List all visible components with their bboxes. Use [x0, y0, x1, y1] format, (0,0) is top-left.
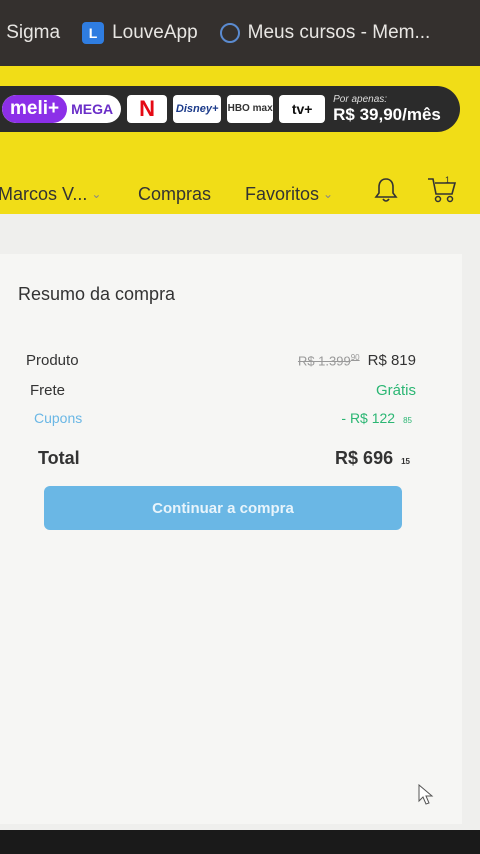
price-value: R$ 39,90/mês	[333, 104, 441, 124]
nav-compras[interactable]: Compras	[138, 184, 211, 205]
cupons-label[interactable]: Cupons	[34, 410, 82, 426]
mouse-cursor-icon	[418, 784, 434, 805]
frete-label: Frete	[30, 382, 66, 399]
summary-title: Resumo da compra	[18, 284, 176, 304]
total-value: R$ 696 15	[335, 448, 410, 468]
cart-icon[interactable]: 1	[426, 174, 458, 204]
bookmark-meus-cursos[interactable]: Meus cursos - Mem...	[219, 22, 431, 44]
chevron-down-icon: ⌄	[323, 187, 334, 201]
mega-label: MEGA	[71, 101, 114, 117]
frete-value: Grátis	[375, 382, 416, 399]
total-label: Total	[38, 448, 80, 468]
summary-card: Resumo da compra Produto R$ 1.39990 R$ 8…	[0, 254, 462, 824]
site-header: meli+ MEGA N Disney+ HBO max tv+ Por ape…	[0, 66, 480, 214]
produto-old-price: R$ 1.39990	[297, 352, 360, 368]
meli-plus-banner[interactable]: meli+ MEGA N Disney+ HBO max tv+ Por ape…	[0, 86, 460, 132]
main-content: Resumo da compra Produto R$ 1.39990 R$ 8…	[0, 214, 480, 830]
chevron-down-icon: ⌄	[91, 187, 102, 201]
bookmark-sigma[interactable]: | Sigma	[0, 22, 60, 44]
disney-plus-logo: Disney+	[173, 95, 222, 123]
nav-favoritos[interactable]: Favoritos ⌄	[245, 184, 333, 205]
apple-tv-label: tv+	[291, 101, 313, 117]
netflix-logo: N	[127, 95, 168, 123]
hbo-max-logo: HBO max	[227, 95, 274, 123]
bookmarks-bar: | Sigma L LouveApp Meus cursos - Mem...	[0, 0, 480, 66]
louveapp-icon: L	[82, 22, 105, 44]
produto-values: R$ 1.39990 R$ 819	[298, 352, 416, 369]
bookmark-louveapp[interactable]: L LouveApp	[82, 22, 198, 44]
cupons-value: - R$ 122 85	[341, 410, 412, 426]
globe-icon	[219, 23, 240, 43]
user-name: Marcos V...	[0, 183, 88, 204]
bottom-strip	[0, 830, 480, 854]
bookmark-label: Meus cursos - Mem...	[247, 22, 431, 43]
bookmark-label: LouveApp	[112, 22, 198, 43]
apple-tv-logo: tv+	[279, 95, 326, 123]
produto-label: Produto	[26, 352, 79, 369]
nav-bar: Marcos V... ⌄ Compras Favoritos ⌄ 1	[0, 174, 480, 214]
price-prefix: Por apenas:	[333, 93, 388, 105]
favoritos-label: Favoritos	[245, 183, 320, 204]
continuar-compra-button[interactable]: Continuar a compra	[44, 486, 402, 530]
bookmark-label: | Sigma	[0, 22, 61, 43]
bell-icon[interactable]	[374, 176, 398, 204]
produto-price: R$ 819	[367, 352, 416, 369]
cart-count: 1	[445, 175, 450, 185]
meli-plus-logo: meli+ MEGA	[2, 95, 122, 123]
meli-plus-label: meli+	[2, 95, 68, 123]
price-box: Por apenas: R$ 39,90/mês	[333, 94, 441, 125]
user-menu[interactable]: Marcos V... ⌄	[0, 184, 101, 205]
